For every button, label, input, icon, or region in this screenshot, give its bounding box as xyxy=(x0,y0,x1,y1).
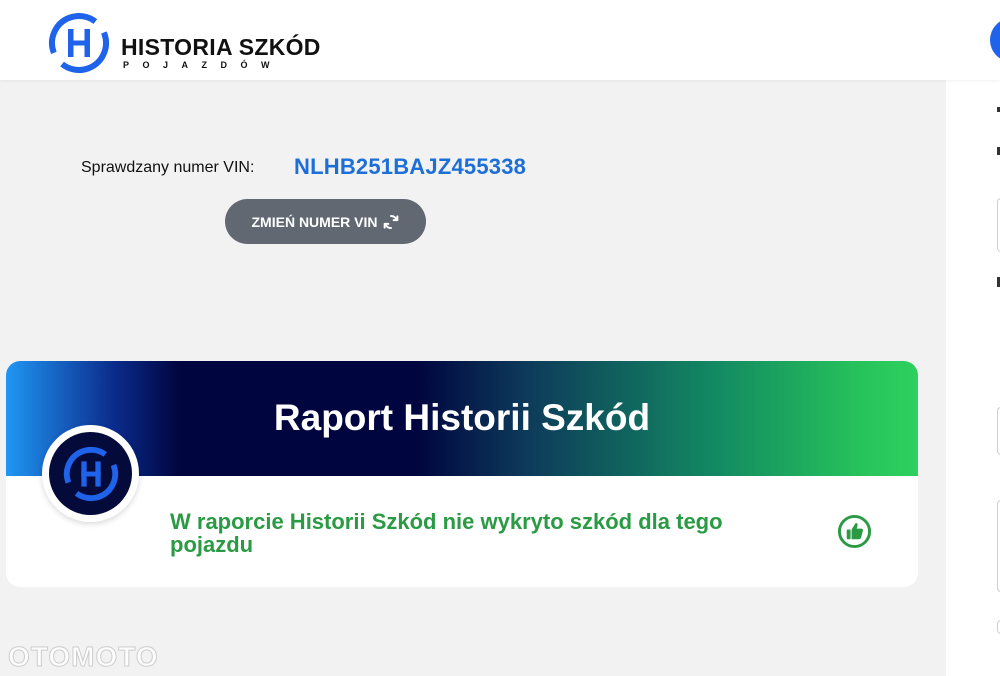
logo-subtitle: POJAZDÓW xyxy=(123,60,284,70)
report-banner: Raport Historii Szkód xyxy=(6,361,918,476)
change-vin-button[interactable]: ZMIEŃ NUMER VIN xyxy=(225,199,426,244)
report-emblem xyxy=(42,425,139,522)
logo-title: HISTORIA SZKÓD xyxy=(121,34,321,60)
logo-mark-icon xyxy=(63,446,118,501)
report-logo-icon xyxy=(49,432,132,515)
site-logo[interactable]: HISTORIA SZKÓD POJAZDÓW xyxy=(48,12,320,74)
refresh-icon xyxy=(383,214,398,229)
header-action-button[interactable] xyxy=(990,18,1000,62)
site-header: HISTORIA SZKÓD POJAZDÓW xyxy=(0,0,1000,80)
vin-number: NLHB251BAJZ455338 xyxy=(294,154,527,179)
logo-mark-icon xyxy=(49,13,109,73)
vin-label: Sprawdzany numer VIN: xyxy=(81,159,255,176)
report-title: Raport Historii Szkód xyxy=(273,397,651,438)
change-vin-button-label: ZMIEŃ NUMER VIN xyxy=(251,213,378,230)
thumbs-up-icon xyxy=(837,514,872,549)
report-title-wrap: Raport Historii Szkód xyxy=(6,397,918,439)
side-panel xyxy=(946,80,1000,676)
otomoto-watermark: OTOMOTO xyxy=(8,641,159,673)
report-result-message: W raporcie Historii Szkód nie wykryto sz… xyxy=(170,509,723,557)
